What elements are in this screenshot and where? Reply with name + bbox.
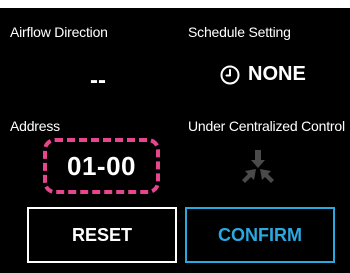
schedule-setting-value: NONE [220,63,306,86]
clock-icon [220,65,240,85]
schedule-setting-label: Schedule Setting [188,24,291,40]
airflow-direction-value: -- [90,67,106,94]
reset-button[interactable]: RESET [27,207,177,263]
address-value: 01-00 [67,150,136,181]
address-label: Address [10,118,60,134]
airflow-direction-label: Airflow Direction [10,24,108,40]
schedule-setting-text: NONE [248,63,306,85]
address-field[interactable]: 01-00 [43,138,160,194]
centralized-control-label: Under Centralized Control [188,118,345,134]
top-bar [0,0,350,8]
confirm-button[interactable]: CONFIRM [185,207,335,263]
centralized-control-icon [240,148,276,184]
